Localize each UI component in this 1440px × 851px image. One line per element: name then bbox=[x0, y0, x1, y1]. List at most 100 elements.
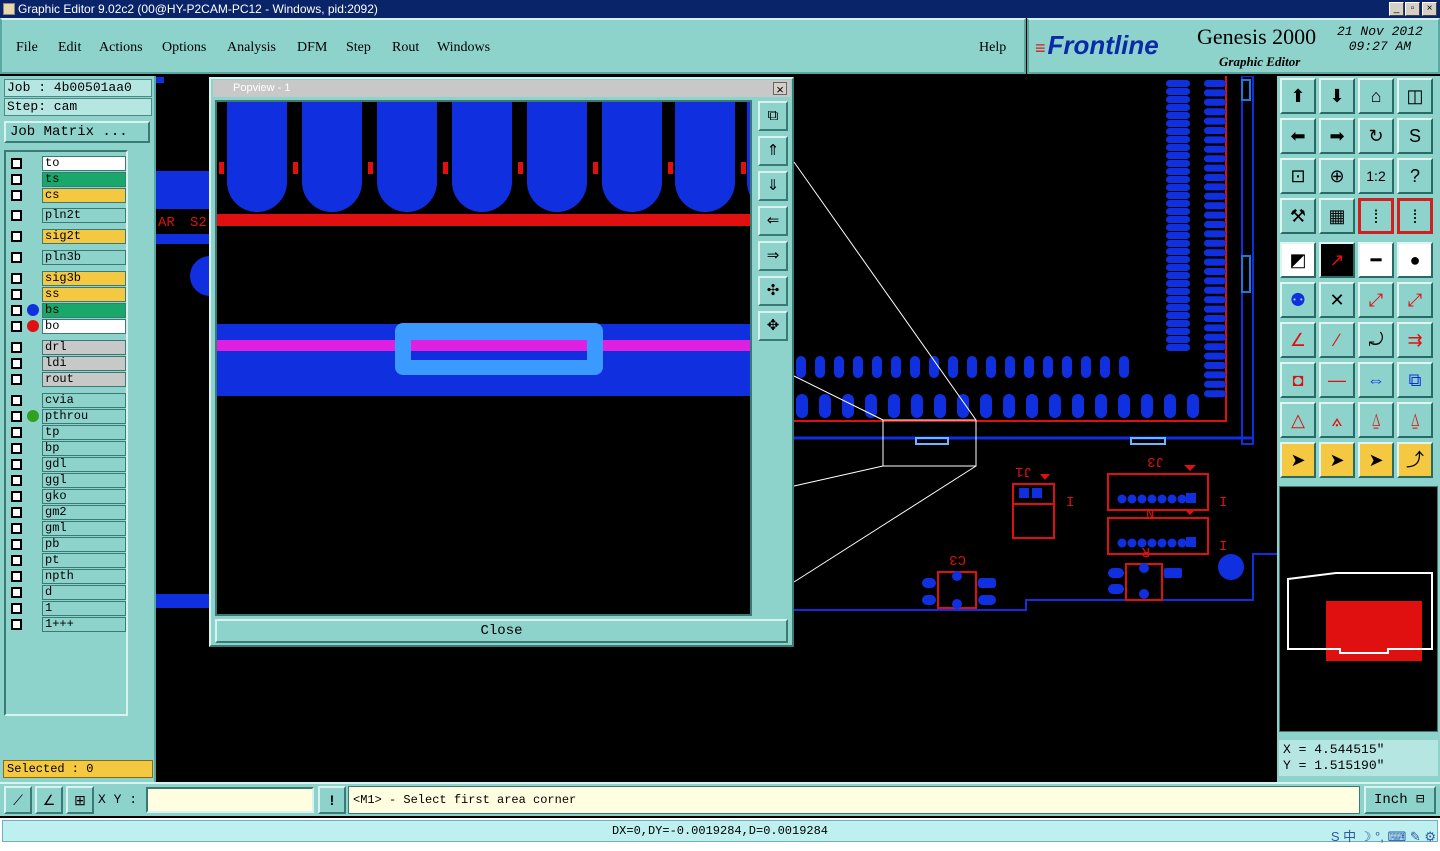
layer-checkbox[interactable] bbox=[11, 395, 22, 406]
measure-ruler-icon[interactable]: ━ bbox=[1358, 242, 1394, 278]
layer-row-drl[interactable]: drl bbox=[8, 340, 126, 355]
layer-checkbox[interactable] bbox=[11, 571, 22, 582]
layer-checkbox[interactable] bbox=[11, 459, 22, 470]
layer-checkbox[interactable] bbox=[11, 210, 22, 221]
select-pad-icon[interactable]: ◘ bbox=[1280, 362, 1316, 398]
menu-file[interactable]: File bbox=[16, 40, 38, 56]
layer-row-gml[interactable]: gml bbox=[8, 521, 126, 536]
pad-icon[interactable]: ● bbox=[1397, 242, 1433, 278]
layer-row-pln3b[interactable]: pln3b bbox=[8, 250, 126, 265]
maximize-button[interactable]: ▫ bbox=[1405, 2, 1420, 16]
layer-row-gm2[interactable]: gm2 bbox=[8, 505, 126, 520]
layer-checkbox[interactable] bbox=[11, 358, 22, 369]
layer-checkbox[interactable] bbox=[11, 427, 22, 438]
layer-checkbox[interactable] bbox=[11, 252, 22, 263]
surface-icon[interactable]: ⍙ bbox=[1358, 402, 1394, 438]
layer-checkbox[interactable] bbox=[11, 491, 22, 502]
menu-analysis[interactable]: Analysis bbox=[227, 40, 276, 56]
connect-icon[interactable]: ⚉ bbox=[1280, 282, 1316, 318]
layer-row-pt[interactable]: pt bbox=[8, 553, 126, 568]
ruler-settings-icon[interactable]: ⚒ bbox=[1280, 198, 1316, 234]
minimize-button[interactable]: _ bbox=[1389, 2, 1404, 16]
layer-stack-icon[interactable]: ⁞ bbox=[1358, 198, 1394, 234]
layer-row-d[interactable]: d bbox=[8, 585, 126, 600]
snap-angle-icon[interactable]: ∠ bbox=[35, 786, 63, 814]
layer-row-ggl[interactable]: ggl bbox=[8, 473, 126, 488]
layer-stack-alt-icon[interactable]: ⁞ bbox=[1397, 198, 1433, 234]
layer-checkbox[interactable] bbox=[11, 603, 22, 614]
layer-row-sig3b[interactable]: sig3b bbox=[8, 271, 126, 286]
layer-checkbox[interactable] bbox=[11, 305, 22, 316]
window-icon[interactable]: ◫ bbox=[1397, 78, 1433, 114]
angle-icon[interactable]: ∠ bbox=[1280, 322, 1316, 358]
triangle-icon[interactable]: △ bbox=[1280, 402, 1316, 438]
menu-actions[interactable]: Actions bbox=[99, 40, 143, 56]
draw-line-icon[interactable]: ↗ bbox=[1319, 242, 1355, 278]
popview-pan-up-icon[interactable]: ⇑ bbox=[758, 136, 788, 166]
page-up-icon[interactable]: ⬆ bbox=[1280, 78, 1316, 114]
layer-row-cvia[interactable]: cvia bbox=[8, 393, 126, 408]
menu-help[interactable]: Help bbox=[979, 40, 1006, 56]
layer-checkbox[interactable] bbox=[11, 190, 22, 201]
slash-line-icon[interactable]: ∕ bbox=[1319, 322, 1355, 358]
layer-checkbox[interactable] bbox=[11, 555, 22, 566]
layer-checkbox[interactable] bbox=[11, 374, 22, 385]
layer-row-ss[interactable]: ss bbox=[8, 287, 126, 302]
popview-canvas[interactable] bbox=[215, 100, 752, 616]
rotate-icon[interactable]: ↻ bbox=[1358, 118, 1394, 154]
select-arrow-icon[interactable]: ➤ bbox=[1280, 442, 1316, 478]
job-matrix-button[interactable]: Job Matrix ... bbox=[4, 121, 150, 143]
mirror-icon[interactable]: ⇉ bbox=[1397, 322, 1433, 358]
layer-row-rout[interactable]: rout bbox=[8, 372, 126, 387]
popview-pan-left-icon[interactable]: ⇐ bbox=[758, 206, 788, 236]
layer-checkbox[interactable] bbox=[11, 523, 22, 534]
snap-icon[interactable]: S bbox=[1397, 118, 1433, 154]
zoom-center-icon[interactable]: ⊕ bbox=[1319, 158, 1355, 194]
layer-checkbox[interactable] bbox=[11, 587, 22, 598]
layer-row-sig2t[interactable]: sig2t bbox=[8, 229, 126, 244]
menu-windows[interactable]: Windows bbox=[437, 40, 490, 56]
layer-row-gko[interactable]: gko bbox=[8, 489, 126, 504]
layer-checkbox[interactable] bbox=[11, 619, 22, 630]
layer-checkbox[interactable] bbox=[11, 539, 22, 550]
group-icon[interactable]: ⧉ bbox=[1397, 362, 1433, 398]
menu-dfm[interactable]: DFM bbox=[297, 40, 327, 56]
page-down-icon[interactable]: ⬇ bbox=[1319, 78, 1355, 114]
layer-row-pb[interactable]: pb bbox=[8, 537, 126, 552]
menu-options[interactable]: Options bbox=[162, 40, 206, 56]
layer-row-gdl[interactable]: gdl bbox=[8, 457, 126, 472]
arc-icon[interactable]: ⤾ bbox=[1358, 322, 1394, 358]
layer-checkbox[interactable] bbox=[11, 411, 22, 422]
layer-checkbox[interactable] bbox=[11, 342, 22, 353]
polygon-icon[interactable]: ⟑ bbox=[1319, 402, 1355, 438]
split-line-icon[interactable]: — bbox=[1319, 362, 1355, 398]
scale-one-to-two-icon[interactable]: 1:2 bbox=[1358, 158, 1394, 194]
layer-checkbox[interactable] bbox=[11, 507, 22, 518]
layer-row-pln2t[interactable]: pln2t bbox=[8, 208, 126, 223]
help-query-icon[interactable]: ? bbox=[1397, 158, 1433, 194]
layer-checkbox[interactable] bbox=[11, 321, 22, 332]
units-select[interactable]: Inch ⊟ bbox=[1364, 786, 1436, 814]
layer-checkbox[interactable] bbox=[11, 158, 22, 169]
page-right-icon[interactable]: ➡ bbox=[1319, 118, 1355, 154]
layer-row-bp[interactable]: bp bbox=[8, 441, 126, 456]
surface-edit-icon[interactable]: ⍙ bbox=[1397, 402, 1433, 438]
popview-zoom-out-icon[interactable]: ✣ bbox=[758, 276, 788, 306]
layer-row-cs[interactable]: cs bbox=[8, 188, 126, 203]
popview-zoom-in-icon[interactable]: ✥ bbox=[758, 311, 788, 341]
menu-rout[interactable]: Rout bbox=[392, 40, 419, 56]
move-node-icon[interactable]: ⤢ bbox=[1358, 282, 1394, 318]
popview-pan-down-icon[interactable]: ⇓ bbox=[758, 171, 788, 201]
overview-map[interactable] bbox=[1279, 486, 1438, 732]
layer-checkbox[interactable] bbox=[11, 443, 22, 454]
layer-checkbox[interactable] bbox=[11, 289, 22, 300]
layer-row-to[interactable]: to bbox=[8, 156, 126, 171]
popview-close-icon[interactable]: × bbox=[773, 82, 787, 96]
select-box-icon[interactable]: ➤ bbox=[1319, 442, 1355, 478]
layer-row-ldi[interactable]: ldi bbox=[8, 356, 126, 371]
zoom-fit-icon[interactable]: ⊡ bbox=[1280, 158, 1316, 194]
layer-row-ts[interactable]: ts bbox=[8, 172, 126, 187]
menu-step[interactable]: Step bbox=[346, 40, 371, 56]
layer-row-1ppp[interactable]: 1+++ bbox=[8, 617, 126, 632]
layer-row-1[interactable]: 1 bbox=[8, 601, 126, 616]
